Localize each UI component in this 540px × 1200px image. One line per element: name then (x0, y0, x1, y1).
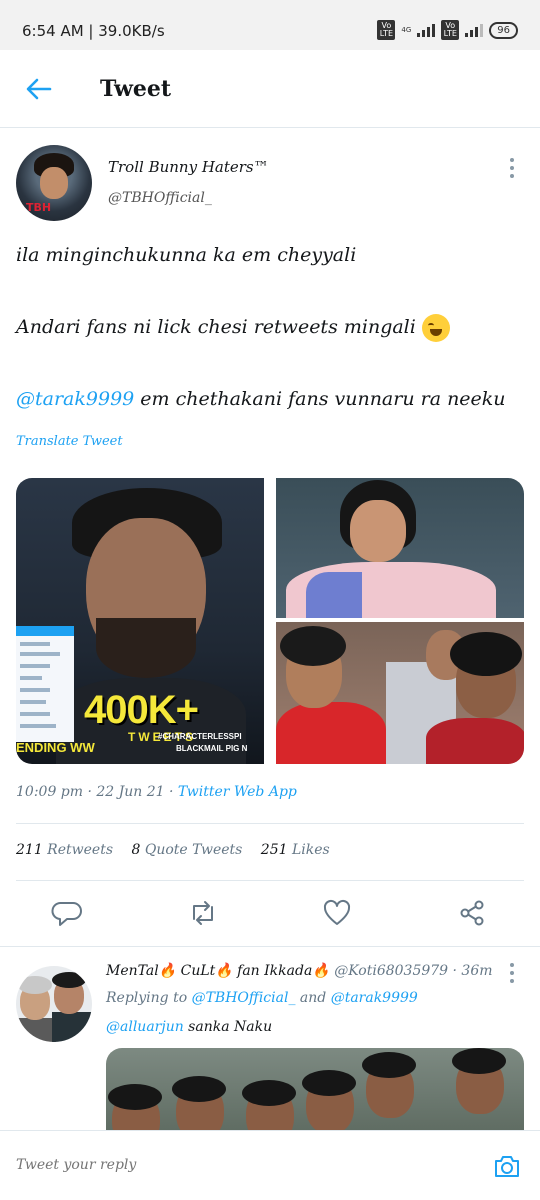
reply-text: @alluarjun sanka Naku (106, 1019, 272, 1035)
likes-stat[interactable]: 251 Likes (261, 842, 330, 858)
reply-more-options-icon[interactable] (508, 963, 516, 983)
fire-emoji-icon: 🔥 (158, 963, 177, 979)
reply-name-part-1: MenTal (106, 963, 159, 979)
translate-tweet-link[interactable]: Translate Tweet (16, 434, 123, 449)
retweet-icon (193, 901, 213, 925)
retweets-label: Retweets (42, 842, 114, 858)
avatar-face (40, 167, 68, 199)
tweet-timestamp: 10:09 pm · 22 Jun 21 · Twitter Web App (16, 784, 297, 800)
status-icons: Vo LTE 4G Vo LTE 96 (377, 20, 518, 40)
reply-media-hair (172, 1076, 226, 1102)
like-icon (323, 899, 351, 925)
camera-icon (495, 1156, 519, 1177)
like-button[interactable] (321, 897, 353, 929)
replying-and: and (295, 990, 331, 1006)
image-3-person-3-hair (450, 632, 522, 676)
reply-composer (0, 1130, 540, 1200)
signal-icon-2 (465, 23, 484, 37)
reply-icon (51, 902, 82, 926)
image-1-count-text: 400K+ (84, 688, 199, 732)
replying-to: Replying to @TBHOfficial_ and @tarak9999 (106, 990, 418, 1006)
reply-media-image[interactable] (106, 1048, 524, 1138)
camera-button[interactable] (492, 1151, 522, 1181)
author-handle[interactable]: @TBHOfficial_ (108, 190, 212, 206)
volte-icon-2: Vo LTE (441, 20, 460, 40)
media-image-2[interactable] (276, 478, 524, 618)
arrow-left-icon (26, 78, 52, 100)
image-2-face (350, 500, 406, 562)
likes-count: 251 (260, 842, 288, 858)
volte-icon: Vo LTE (377, 20, 396, 40)
tweet-text-line-2: Andari fans ni lick chesi retweets minga… (16, 314, 450, 342)
reply-mention-link[interactable]: @alluarjun (106, 1019, 184, 1035)
media-image-1[interactable]: 400K+ TWEETS ENDING WW #CHARACTERLESSPI … (16, 478, 264, 764)
page-title: Tweet (100, 76, 172, 102)
image-3-person-3-shirt (426, 718, 524, 764)
reply-handle-time: @Koti68035979 · 36m (329, 963, 493, 979)
tweet-text-line-2-text: Andari fans ni lick chesi retweets minga… (16, 316, 416, 338)
signal-icon (417, 23, 436, 37)
replying-user-1[interactable]: @TBHOfficial_ (192, 990, 296, 1006)
media-image-3[interactable] (276, 622, 524, 764)
tweet-stats: 211 Retweets 8 Quote Tweets 251 Likes (16, 842, 344, 858)
reply-media-hair (362, 1052, 416, 1078)
tweet-text-line-1: ila minginchukunna ka em cheyyali (16, 244, 357, 266)
network-type: 4G (401, 25, 412, 34)
image-3-person-1-shirt (276, 702, 386, 764)
fire-emoji-icon: 🔥 (215, 963, 233, 979)
app-header: Tweet (0, 50, 540, 128)
reply-name-part-3: fan Ikkada (232, 963, 313, 979)
author-name[interactable]: Troll Bunny Haters™ (108, 158, 269, 176)
reply-media-hair (242, 1080, 296, 1106)
tweet-media-grid: 400K+ TWEETS ENDING WW #CHARACTERLESSPI … (16, 478, 524, 764)
tears-of-joy-emoji-icon (421, 314, 450, 342)
avatar-logo: TBH (26, 201, 52, 214)
reply-text-rest: sanka Naku (183, 1019, 273, 1035)
battery-indicator: 96 (489, 21, 518, 39)
status-bar: 6:54 AM | 39.0KB/s Vo LTE 4G Vo LTE 96 (0, 0, 540, 50)
divider (16, 823, 524, 824)
share-button[interactable] (456, 897, 488, 929)
quote-tweets-stat[interactable]: 8 Quote Tweets (131, 842, 242, 858)
fire-emoji-icon: 🔥 (312, 963, 330, 979)
image-1-phone-screenshot (16, 626, 74, 742)
mention-link[interactable]: @tarak9999 (16, 388, 134, 410)
reply-input[interactable] (16, 1157, 436, 1173)
reply-media-hair (302, 1070, 356, 1096)
reply-author-name[interactable]: MenTal🔥 CuLt🔥 fan Ikkada🔥 (106, 963, 330, 979)
retweets-stat[interactable]: 211 Retweets (16, 842, 113, 858)
reply-name-part-2: CuLt (176, 963, 216, 979)
tweet-text-line-3: @tarak9999 em chethakani fans vunnaru ra… (16, 388, 506, 410)
image-1-hashtag-2: BLACKMAIL PIG N (176, 744, 248, 753)
image-2-blouse (306, 572, 362, 618)
timestamp-text: 10:09 pm · 22 Jun 21 · (16, 784, 178, 800)
reply-header: MenTal🔥 CuLt🔥 fan Ikkada🔥 @Koti68035979 … (106, 963, 493, 979)
back-button[interactable] (24, 74, 54, 104)
image-3-person-1-hair (280, 626, 346, 666)
reply-button[interactable] (51, 897, 83, 929)
reply-media-hair (452, 1048, 506, 1074)
reply-author-avatar[interactable] (16, 966, 92, 1042)
status-time-speed: 6:54 AM | 39.0KB/s (22, 22, 165, 40)
likes-label: Likes (287, 842, 330, 858)
replying-prefix: Replying to (106, 990, 192, 1006)
image-1-trend-text: ENDING WW (16, 740, 95, 755)
quote-tweets-label: Quote Tweets (140, 842, 243, 858)
share-icon (460, 900, 484, 926)
author-avatar[interactable]: TBH (16, 145, 92, 221)
source-link[interactable]: Twitter Web App (178, 784, 297, 800)
retweet-button[interactable] (187, 897, 219, 929)
section-separator (0, 946, 540, 947)
more-options-icon[interactable] (508, 158, 516, 178)
tweet-text-line-3-rest: em chethakani fans vunnaru ra neeku (134, 388, 506, 410)
image-1-beard (96, 618, 196, 678)
reply-media-hair (108, 1084, 162, 1110)
retweets-count: 211 (16, 842, 43, 858)
divider (16, 880, 524, 881)
replying-user-2[interactable]: @tarak9999 (331, 990, 418, 1006)
image-1-hashtag-1: #CHARACTERLESSPI (158, 732, 242, 741)
